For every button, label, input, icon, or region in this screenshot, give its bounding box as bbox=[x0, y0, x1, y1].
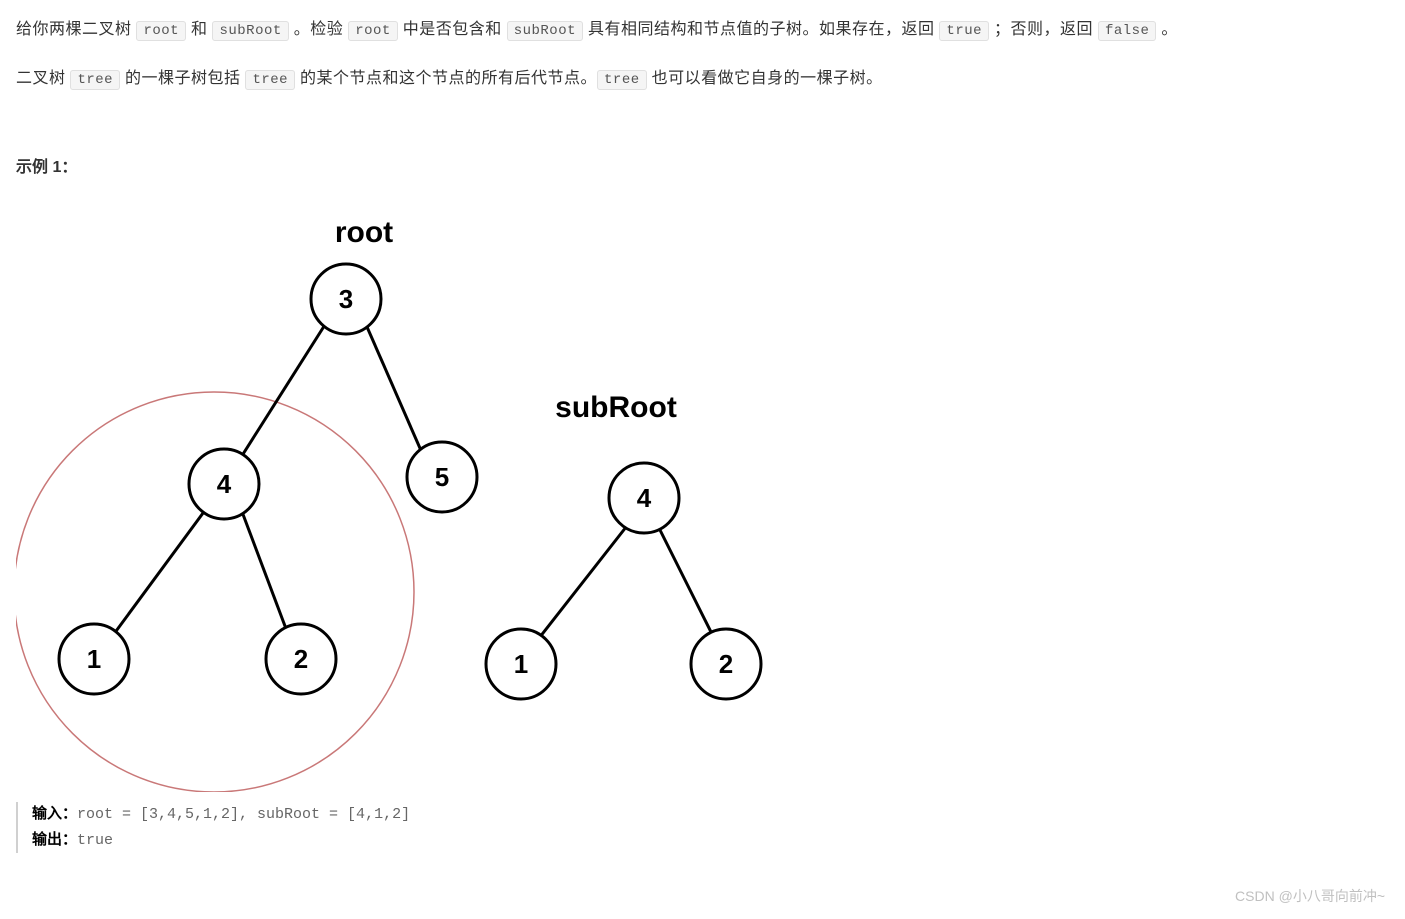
code-root: root bbox=[136, 21, 186, 41]
text: 也可以看做它自身的一棵子树。 bbox=[647, 70, 883, 87]
node-text: 5 bbox=[435, 462, 449, 492]
text: 。检验 bbox=[289, 21, 348, 38]
text: 具有相同结构和节点值的子树。如果存在，返回 bbox=[583, 21, 939, 38]
edge bbox=[536, 522, 630, 642]
subroot-label: subRoot bbox=[555, 391, 677, 424]
text: 和 bbox=[186, 21, 212, 38]
node-text: 3 bbox=[339, 284, 353, 314]
example-output-line: 输出：true bbox=[32, 828, 1389, 854]
text: 给你两棵二叉树 bbox=[16, 21, 136, 38]
text: 的一棵子树包括 bbox=[120, 70, 245, 87]
code-tree: tree bbox=[597, 70, 647, 90]
tree-svg: 3 4 5 1 2 root 4 1 2 subRoot bbox=[16, 202, 816, 792]
problem-paragraph-2: 二叉树 tree 的一棵子树包括 tree 的某个节点和这个节点的所有后代节点。… bbox=[16, 65, 1389, 94]
example-input-line: 输入：root = [3,4,5,1,2], subRoot = [4,1,2] bbox=[32, 802, 1389, 828]
problem-paragraph-1: 给你两棵二叉树 root 和 subRoot 。检验 root 中是否包含和 s… bbox=[16, 16, 1389, 45]
code-true: true bbox=[939, 21, 989, 41]
node-text: 1 bbox=[514, 649, 528, 679]
code-tree: tree bbox=[245, 70, 295, 90]
edge bbox=[238, 320, 328, 462]
node-text: 4 bbox=[637, 483, 652, 513]
code-false: false bbox=[1098, 21, 1157, 41]
node-text: 1 bbox=[87, 644, 101, 674]
example-io-block: 输入：root = [3,4,5,1,2], subRoot = [4,1,2]… bbox=[16, 802, 1389, 853]
code-root: root bbox=[348, 21, 398, 41]
node-text: 2 bbox=[719, 649, 733, 679]
input-label: 输入： bbox=[32, 806, 77, 823]
text: 二叉树 bbox=[16, 70, 70, 87]
text: 的某个节点和这个节点的所有后代节点。 bbox=[295, 70, 597, 87]
watermark: CSDN @小八哥向前冲~ bbox=[1235, 884, 1385, 909]
node-text: 4 bbox=[217, 469, 232, 499]
text: 中是否包含和 bbox=[398, 21, 507, 38]
text: 。 bbox=[1156, 21, 1177, 38]
code-tree: tree bbox=[70, 70, 120, 90]
edge bbox=[108, 509, 206, 642]
node-text: 2 bbox=[294, 644, 308, 674]
edge bbox=[364, 320, 426, 462]
code-subroot: subRoot bbox=[507, 21, 583, 41]
text: ；否则，返回 bbox=[989, 21, 1098, 38]
example-1-title: 示例 1： bbox=[16, 154, 1389, 183]
output-label: 输出： bbox=[32, 832, 77, 849]
output-value: true bbox=[77, 832, 113, 849]
code-subroot: subRoot bbox=[212, 21, 288, 41]
root-label: root bbox=[335, 216, 393, 249]
edge bbox=[656, 522, 716, 642]
input-value: root = [3,4,5,1,2], subRoot = [4,1,2] bbox=[77, 806, 410, 823]
tree-diagram: 3 4 5 1 2 root 4 1 2 subRoot bbox=[16, 202, 816, 792]
edge bbox=[241, 509, 291, 642]
